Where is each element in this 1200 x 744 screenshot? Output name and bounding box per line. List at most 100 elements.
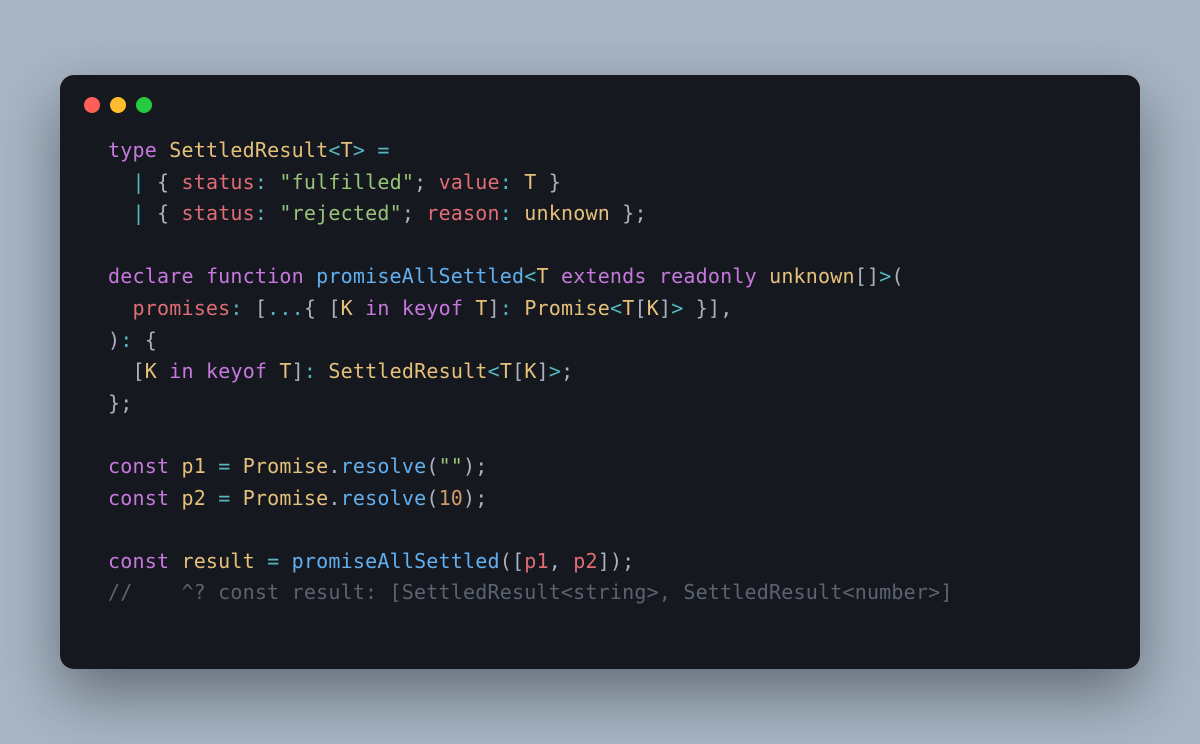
code-token: T [279,359,291,383]
code-token: ]); [598,549,635,573]
code-token: : [230,296,242,320]
code-token: declare [108,264,206,288]
code-token: = [377,138,389,162]
code-token: promiseAllSettled [316,264,524,288]
code-token: | [132,170,144,194]
code-line: const p1 = Promise.resolve(""); [108,451,1092,483]
code-token [108,296,132,320]
code-token: [ [108,359,145,383]
code-token: p1 [181,454,205,478]
code-line: const p2 = Promise.resolve(10); [108,483,1092,515]
code-token: ... [267,296,304,320]
code-token: T [536,264,548,288]
code-token: K [341,296,353,320]
code-token: T [524,170,536,194]
maximize-icon[interactable] [136,97,152,113]
code-token: function [206,264,316,288]
code-line: // ^? const result: [SettledResult<strin… [108,577,1092,609]
code-token: ([ [500,549,524,573]
code-token: // ^? const result: [SettledResult<strin… [108,580,953,604]
code-token: unknown [769,264,855,288]
code-token: Promise [524,296,610,320]
code-token: in [365,296,402,320]
code-token: { [145,170,182,194]
code-token: "rejected" [279,201,401,225]
code-token: = [267,549,279,573]
code-line: type SettledResult<T> = [108,135,1092,167]
code-token: Promise [243,486,329,510]
code-line: }; [108,388,1092,420]
code-token: unknown [524,201,610,225]
code-token: ); [463,486,487,510]
code-token: ] [292,359,304,383]
code-token: reason [426,201,499,225]
code-token: promiseAllSettled [292,549,500,573]
code-line: ): { [108,325,1092,357]
code-token: { [ [304,296,341,320]
code-token: ) [108,328,120,352]
code-token [512,201,524,225]
code-token: K [647,296,659,320]
code-token: [ [243,296,267,320]
code-token: ] [537,359,549,383]
code-token: ; [402,201,426,225]
code-token: T [475,296,487,320]
code-token: [ [635,296,647,320]
code-token: keyof [206,359,279,383]
code-token: { [133,328,157,352]
code-line [108,514,1092,546]
minimize-icon[interactable] [110,97,126,113]
code-token: result [181,549,254,573]
code-token: : [500,201,512,225]
code-token: . [328,454,340,478]
code-token: p2 [181,486,205,510]
code-token: , [549,549,573,573]
code-line: const result = promiseAllSettled([p1, p2… [108,546,1092,578]
code-token: promises [132,296,230,320]
code-token [549,264,561,288]
code-token: const [108,549,181,573]
code-token: < [328,138,340,162]
code-token: T [622,296,634,320]
code-token: keyof [402,296,475,320]
code-token: p1 [524,549,548,573]
code-token: : [120,328,132,352]
code-token: "" [439,454,463,478]
code-token: ; [561,359,573,383]
code-token [316,359,328,383]
code-token: > [671,296,683,320]
code-token: < [488,359,500,383]
code-token: [] [855,264,879,288]
code-token: SettledResult [169,138,328,162]
code-token [230,486,242,510]
code-token: | [132,201,144,225]
code-token: : [500,170,512,194]
code-token: : [304,359,316,383]
code-token: > [353,138,365,162]
code-token: = [218,486,230,510]
code-line [108,419,1092,451]
code-token: }; [108,391,132,415]
code-token [108,201,132,225]
code-token: > [879,264,891,288]
code-token: const [108,454,181,478]
code-token [512,296,524,320]
code-line [108,230,1092,262]
code-token: K [145,359,157,383]
code-token: T [341,138,353,162]
code-token: extends [561,264,659,288]
code-token: 10 [439,486,463,510]
code-token: = [218,454,230,478]
code-token: resolve [341,454,427,478]
code-token: < [610,296,622,320]
code-token: > [549,359,561,383]
code-token [206,454,218,478]
close-icon[interactable] [84,97,100,113]
code-token: readonly [659,264,769,288]
code-token: ( [426,486,438,510]
code-token: ( [426,454,438,478]
code-token: { [145,201,182,225]
code-token: < [524,264,536,288]
code-token: in [169,359,206,383]
code-block: type SettledResult<T> = | { status: "ful… [60,125,1140,619]
